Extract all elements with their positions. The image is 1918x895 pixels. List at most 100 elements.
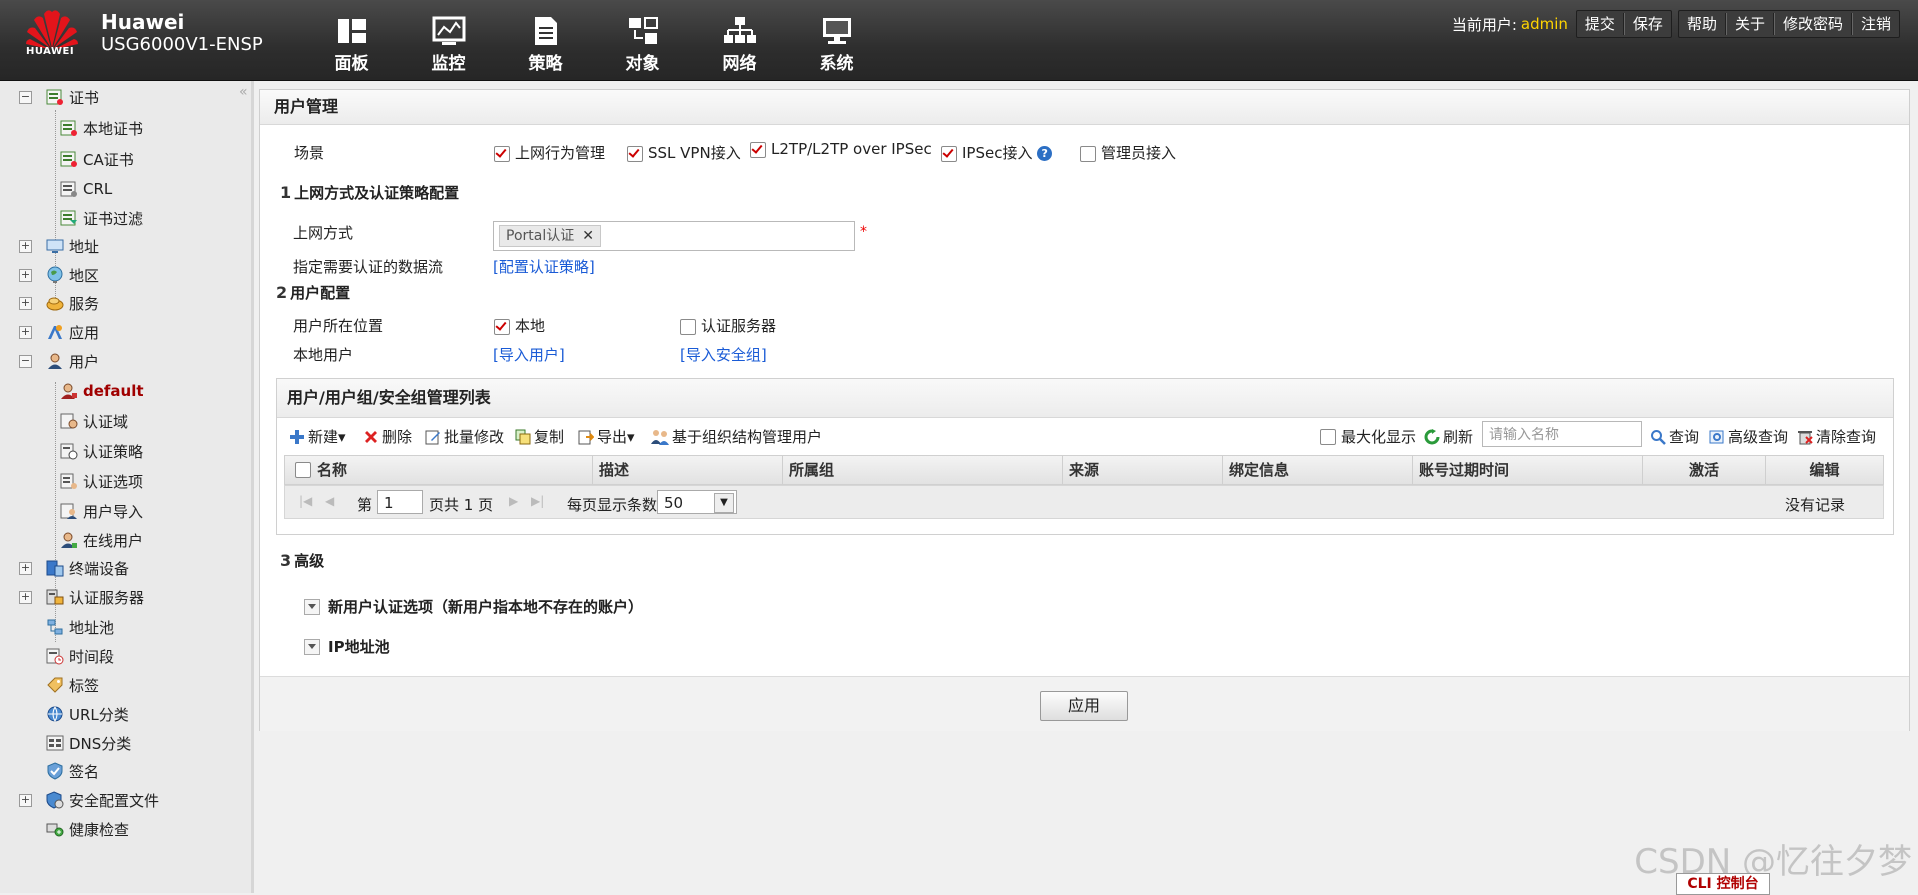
sidebar-item-ca-cert[interactable]: CA证书	[60, 147, 134, 171]
import-security-groups-link[interactable]: [导入安全组]	[680, 344, 767, 365]
about-link[interactable]: 关于	[1729, 13, 1771, 35]
scene-option-ssl-vpn[interactable]: SSL VPN接入	[627, 142, 741, 163]
nav-system[interactable]: 系统	[788, 14, 885, 74]
sidebar-item-user[interactable]: 用户	[46, 349, 99, 373]
cli-console-button[interactable]: CLI 控制台	[1676, 873, 1770, 895]
sidebar-item-certificate[interactable]: 证书	[46, 85, 99, 109]
change-password-link[interactable]: 修改密码	[1777, 13, 1849, 35]
sidebar-item-auth-policy[interactable]: 认证策略	[60, 439, 143, 463]
advanced-query-button[interactable]: 高级查询	[1709, 426, 1788, 447]
column-header-expire-time[interactable]: 账号过期时间	[1412, 456, 1642, 484]
sidebar-item-tag[interactable]: 标签	[46, 673, 99, 697]
first-page-icon[interactable]: |◀	[299, 494, 312, 508]
org-manage-users-button[interactable]: 基于组织结构管理用户	[651, 426, 822, 447]
scene-option-l2tp[interactable]: L2TP/L2TP over IPSec	[750, 140, 932, 158]
location-auth-server-option[interactable]: 认证服务器	[680, 315, 776, 336]
import-users-link[interactable]: [导入用户]	[493, 344, 565, 365]
nav-dashboard[interactable]: 面板	[303, 14, 400, 74]
scene-checkbox[interactable]	[494, 145, 510, 162]
column-header-edit[interactable]: 编辑	[1765, 456, 1883, 484]
last-page-icon[interactable]: ▶|	[531, 494, 544, 508]
sidebar-item-signature[interactable]: 签名	[46, 759, 99, 783]
per-page-select[interactable]: 50 ▼	[657, 490, 737, 514]
scene-checkbox[interactable]	[627, 145, 643, 162]
maximize-display-option[interactable]: 最大化显示	[1320, 426, 1416, 447]
scene-checkbox[interactable]	[1080, 145, 1096, 162]
column-header-source[interactable]: 来源	[1062, 456, 1222, 484]
scene-option-ipsec[interactable]: IPSec接入 ?	[941, 142, 1053, 163]
configure-auth-policy-link[interactable]: [配置认证策略]	[493, 256, 595, 277]
expand-toggle-auth-server[interactable]: +	[19, 591, 32, 604]
sidebar-item-local-cert[interactable]: 本地证书	[60, 116, 143, 140]
expand-toggle-security-profile[interactable]: +	[19, 794, 32, 807]
column-header-description[interactable]: 描述	[592, 456, 782, 484]
column-header-name[interactable]: 名称	[311, 456, 611, 484]
location-local-option[interactable]: 本地	[494, 315, 545, 336]
sidebar-item-address[interactable]: 地址	[46, 234, 99, 258]
column-header-active[interactable]: 激活	[1642, 456, 1765, 484]
sidebar-item-address-pool[interactable]: 地址池	[46, 615, 114, 639]
copy-button[interactable]: 复制	[515, 426, 564, 447]
nav-network[interactable]: 网络	[691, 14, 788, 74]
sidebar-item-time-range[interactable]: 时间段	[46, 644, 114, 668]
column-header-group[interactable]: 所属组	[782, 456, 1062, 484]
expand-toggle-region[interactable]: +	[19, 269, 32, 282]
search-input[interactable]: 请输入名称	[1482, 421, 1642, 447]
new-button[interactable]: 新建 ▾	[289, 426, 346, 447]
batch-edit-button[interactable]: 批量修改	[425, 426, 504, 447]
access-mode-tag-input[interactable]: Portal认证 ✕	[493, 221, 855, 251]
maximize-checkbox[interactable]	[1320, 428, 1336, 445]
sidebar-item-application[interactable]: 应用	[46, 320, 99, 344]
expand-toggle-application[interactable]: +	[19, 326, 32, 339]
sidebar-item-auth-domain[interactable]: 认证域	[60, 409, 128, 433]
page-number-input[interactable]: 1	[377, 490, 423, 514]
column-header-binding[interactable]: 绑定信息	[1222, 456, 1412, 484]
sidebar-item-health-check[interactable]: 健康检查	[46, 817, 129, 841]
next-page-icon[interactable]: ▶	[509, 494, 518, 508]
ip-address-pool-toggle[interactable]: IP地址池	[304, 636, 390, 657]
collapse-toggle-certificate[interactable]: −	[19, 91, 32, 104]
prev-page-icon[interactable]: ◀	[325, 494, 334, 508]
sidebar-item-url-category[interactable]: URL分类	[46, 702, 129, 726]
scene-option-admin[interactable]: 管理员接入	[1080, 142, 1176, 163]
remove-tag-icon[interactable]: ✕	[582, 228, 594, 244]
expand-toggle-service[interactable]: +	[19, 297, 32, 310]
nav-monitor[interactable]: 监控	[400, 14, 497, 74]
save-link[interactable]: 保存	[1627, 13, 1669, 35]
sidebar-item-terminal-device[interactable]: 终端设备	[46, 556, 129, 580]
sidebar-item-cert-filter[interactable]: 证书过滤	[60, 206, 143, 230]
location-local-checkbox[interactable]	[494, 318, 510, 335]
sidebar-item-auth-option[interactable]: 认证选项	[60, 469, 143, 493]
help-link[interactable]: 帮助	[1681, 13, 1723, 35]
collapse-sidebar-icon[interactable]: «	[239, 84, 248, 100]
scene-checkbox[interactable]	[941, 145, 957, 162]
sidebar-item-dns-category[interactable]: DNS分类	[46, 731, 131, 755]
expand-toggle-terminal[interactable]: +	[19, 562, 32, 575]
help-question-icon[interactable]: ?	[1037, 146, 1053, 161]
expand-toggle-address[interactable]: +	[19, 240, 32, 253]
export-button[interactable]: 导出 ▾	[578, 426, 635, 447]
logout-link[interactable]: 注销	[1855, 13, 1897, 35]
sidebar-item-region[interactable]: 地区	[46, 263, 99, 287]
delete-button[interactable]: 删除	[363, 426, 412, 447]
sidebar-item-auth-server[interactable]: 认证服务器	[46, 585, 144, 609]
location-server-checkbox[interactable]	[680, 318, 696, 335]
expand-arrow-icon[interactable]	[304, 598, 320, 615]
sidebar-item-online-user[interactable]: 在线用户	[60, 528, 143, 552]
scene-option-internet-behavior[interactable]: 上网行为管理	[494, 142, 605, 163]
sidebar-item-user-import[interactable]: 用户导入	[60, 499, 143, 523]
sidebar-item-security-profile[interactable]: 安全配置文件	[46, 788, 159, 812]
nav-policy[interactable]: 策略	[497, 14, 594, 74]
query-button[interactable]: 查询	[1650, 426, 1699, 447]
sidebar-item-default[interactable]: default	[60, 379, 144, 403]
sidebar-item-service[interactable]: 服务	[46, 291, 99, 315]
nav-object[interactable]: 对象	[594, 14, 691, 74]
expand-arrow-icon[interactable]	[304, 638, 320, 655]
submit-link[interactable]: 提交	[1579, 13, 1621, 35]
chevron-down-icon[interactable]: ▼	[714, 493, 734, 513]
scene-checkbox[interactable]	[750, 141, 766, 158]
clear-query-button[interactable]: 清除查询	[1797, 426, 1876, 447]
new-user-auth-option-toggle[interactable]: 新用户认证选项（新用户指本地不存在的账户）	[304, 596, 643, 617]
apply-button[interactable]: 应用	[1040, 691, 1128, 721]
select-all-checkbox[interactable]	[295, 462, 311, 478]
